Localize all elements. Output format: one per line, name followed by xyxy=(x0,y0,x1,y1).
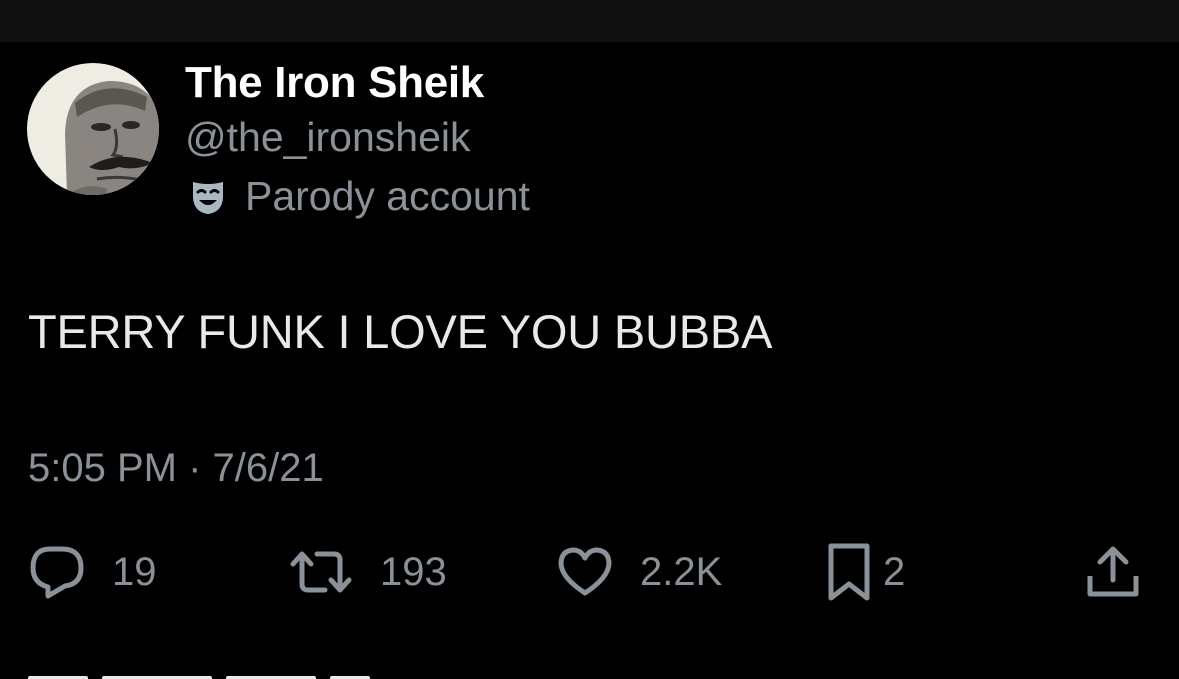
repost-button[interactable]: 193 xyxy=(288,540,447,604)
repost-icon xyxy=(290,551,352,593)
avatar[interactable] xyxy=(27,63,159,195)
top-bar xyxy=(0,0,1179,42)
share-button[interactable] xyxy=(1084,540,1142,604)
handle[interactable]: @the_ironsheik xyxy=(185,114,471,161)
avatar-photo xyxy=(27,63,159,195)
tweet-text: TERRY FUNK I LOVE YOU BUBBA xyxy=(28,305,773,358)
partial-nav-icon[interactable] xyxy=(968,0,1008,8)
reply-count: 19 xyxy=(112,549,157,594)
display-name[interactable]: The Iron Sheik xyxy=(185,58,484,108)
tweet-timestamp[interactable]: 5:05 PM · 7/6/21 xyxy=(28,446,324,491)
parody-label-row: Parody account xyxy=(188,173,530,220)
share-icon xyxy=(1087,546,1139,597)
like-button[interactable]: 2.2K xyxy=(556,540,722,604)
like-count: 2.2K xyxy=(640,549,723,594)
action-bar: 19 193 2.2K 2 xyxy=(0,540,1179,604)
bookmark-icon xyxy=(828,543,870,601)
bookmark-count: 2 xyxy=(883,549,906,594)
theater-mask-icon xyxy=(193,181,223,214)
parody-account-label: Parody account xyxy=(245,173,530,219)
next-section-heading-cutoff xyxy=(28,664,408,679)
reply-button[interactable]: 19 xyxy=(28,540,157,604)
bookmark-button[interactable]: 2 xyxy=(823,540,905,604)
repost-count: 193 xyxy=(380,549,447,594)
heart-icon xyxy=(558,547,612,596)
reply-icon xyxy=(30,546,84,599)
